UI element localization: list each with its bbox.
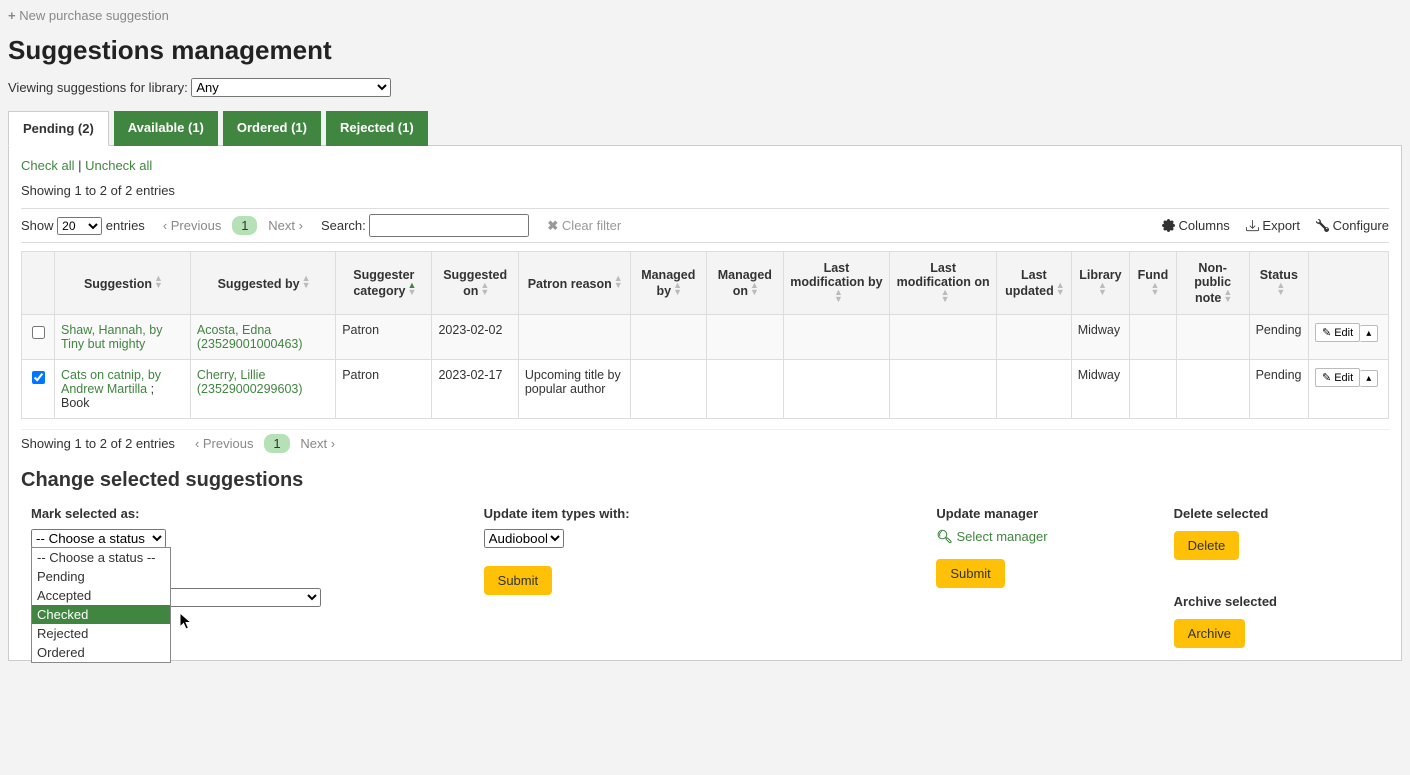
select-manager-link[interactable]: 🔍︎ Select manager: [936, 529, 1047, 544]
search-input[interactable]: [369, 214, 529, 237]
col-suggester-category[interactable]: Suggester category▲▼: [336, 252, 432, 315]
mark-selected-label: Mark selected as:: [31, 506, 462, 521]
suggestions-table: Suggestion▲▼ Suggested by▲▼ Suggester ca…: [21, 251, 1389, 419]
submit-item-type-button[interactable]: Submit: [484, 566, 552, 595]
lib-filter-select[interactable]: Any: [191, 78, 391, 97]
status-option[interactable]: Pending: [32, 567, 170, 586]
status-option[interactable]: -- Choose a status --: [32, 548, 170, 567]
edit-button[interactable]: ✎Edit: [1315, 323, 1360, 342]
tab-rejected[interactable]: Rejected (1): [326, 111, 428, 146]
row-checkbox[interactable]: [32, 326, 45, 339]
col-library[interactable]: Library▲▼: [1071, 252, 1129, 315]
entries-info-bottom: Showing 1 to 2 of 2 entries: [21, 436, 175, 451]
pencil-icon: ✎: [1322, 371, 1331, 384]
page-number-bottom[interactable]: 1: [264, 434, 289, 453]
status-select[interactable]: -- Choose a status --: [31, 529, 166, 548]
new-purchase-link[interactable]: + New purchase suggestion: [8, 8, 169, 23]
mouse-cursor-icon: [179, 612, 195, 632]
status-option[interactable]: Ordered: [32, 643, 170, 662]
update-item-types-label: Update item types with:: [484, 506, 915, 521]
delete-button[interactable]: Delete: [1174, 531, 1240, 560]
entries-info-top: Showing 1 to 2 of 2 entries: [21, 183, 1389, 198]
tabs: Pending (2) Available (1) Ordered (1) Re…: [8, 111, 1402, 146]
col-status[interactable]: Status▲▼: [1249, 252, 1308, 315]
lib-filter-label: Viewing suggestions for library:: [8, 80, 188, 95]
status-option[interactable]: Checked: [32, 605, 170, 624]
update-manager-label: Update manager: [936, 506, 1151, 521]
col-suggested-on[interactable]: Suggested on▲▼: [432, 252, 518, 315]
col-patron-reason[interactable]: Patron reason▲▼: [518, 252, 630, 315]
patron-link[interactable]: Cherry, Lillie (23529000299603): [197, 368, 303, 396]
suggestion-link[interactable]: Shaw, Hannah, by Tiny but mighty: [61, 323, 162, 351]
table-row: Cats on catnip, by Andrew Martilla ; Boo…: [22, 360, 1389, 419]
row-checkbox[interactable]: [32, 371, 45, 384]
col-nonpublic-note[interactable]: Non-public note▲▼: [1176, 252, 1249, 315]
col-last-mod-by[interactable]: Last modification by▲▼: [783, 252, 890, 315]
col-suggested-by[interactable]: Suggested by▲▼: [190, 252, 335, 315]
page-title: Suggestions management: [8, 35, 1402, 66]
col-managed-on[interactable]: Managed on▲▼: [707, 252, 784, 315]
archive-selected-label: Archive selected: [1174, 594, 1389, 609]
tab-pending[interactable]: Pending (2): [8, 111, 109, 146]
delete-selected-label: Delete selected: [1174, 506, 1389, 521]
page-length-select[interactable]: 20: [57, 217, 102, 235]
col-managed-by[interactable]: Managed by▲▼: [630, 252, 706, 315]
export-button[interactable]: Export: [1246, 218, 1300, 233]
status-option[interactable]: Rejected: [32, 624, 170, 643]
change-heading: Change selected suggestions: [21, 469, 1389, 492]
clear-filter-link[interactable]: Clear filter: [562, 218, 621, 233]
submit-manager-button[interactable]: Submit: [936, 559, 1004, 588]
archive-button[interactable]: Archive: [1174, 619, 1245, 648]
col-suggestion[interactable]: Suggestion▲▼: [55, 252, 191, 315]
search-icon: 🔍︎: [936, 529, 953, 544]
new-purchase-label: New purchase suggestion: [19, 8, 169, 23]
columns-button[interactable]: Columns: [1162, 218, 1230, 233]
prev-page-bottom[interactable]: Previous: [203, 436, 254, 451]
next-page-bottom[interactable]: Next: [300, 436, 327, 451]
patron-link[interactable]: Acosta, Edna (23529001000463): [197, 323, 303, 351]
configure-button[interactable]: Configure: [1316, 218, 1389, 233]
pencil-icon: ✎: [1322, 326, 1331, 339]
uncheck-all-link[interactable]: Uncheck all: [85, 158, 152, 173]
edit-menu-toggle[interactable]: ▴: [1360, 325, 1378, 342]
status-option[interactable]: Accepted: [32, 586, 170, 605]
tab-ordered[interactable]: Ordered (1): [223, 111, 321, 146]
close-icon: ✖: [547, 218, 558, 233]
page-number[interactable]: 1: [232, 216, 257, 235]
check-all-link[interactable]: Check all: [21, 158, 74, 173]
col-last-mod-on[interactable]: Last modification on▲▼: [890, 252, 997, 315]
item-type-select[interactable]: Audiobook: [484, 529, 564, 548]
wrench-icon: [1316, 219, 1329, 232]
tab-available[interactable]: Available (1): [114, 111, 218, 146]
col-fund[interactable]: Fund▲▼: [1130, 252, 1177, 315]
download-icon: [1246, 219, 1259, 232]
prev-page[interactable]: Previous: [171, 218, 222, 233]
status-dropdown-open: -- Choose a status -- Pending Accepted C…: [31, 547, 171, 663]
plus-icon: +: [8, 8, 16, 23]
next-page[interactable]: Next: [268, 218, 295, 233]
edit-menu-toggle[interactable]: ▴: [1360, 370, 1378, 387]
col-last-updated[interactable]: Last updated▲▼: [997, 252, 1072, 315]
table-row: Shaw, Hannah, by Tiny but mighty Acosta,…: [22, 315, 1389, 360]
edit-button[interactable]: ✎Edit: [1315, 368, 1360, 387]
gear-icon: [1162, 219, 1175, 232]
